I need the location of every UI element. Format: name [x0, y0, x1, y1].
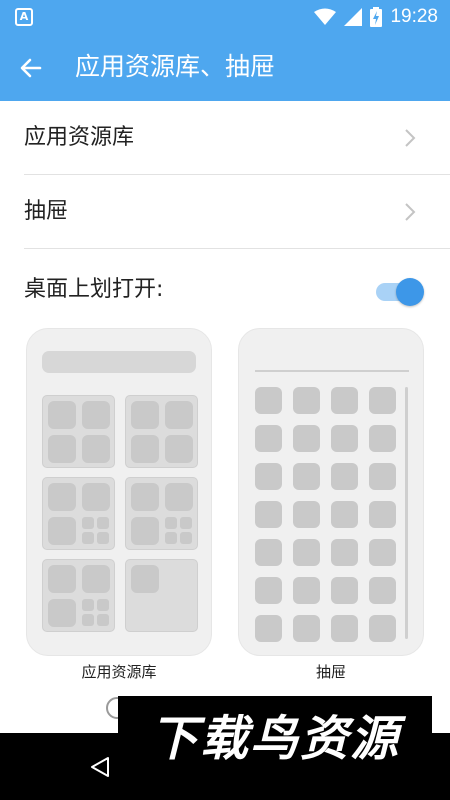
- app-placeholder: [331, 501, 358, 528]
- drawer-row[interactable]: 抽屉: [0, 175, 450, 249]
- nav-back-icon[interactable]: [88, 755, 112, 779]
- app-placeholder: [369, 539, 396, 566]
- app-placeholder: [48, 565, 76, 593]
- app-library-caption: 应用资源库: [81, 663, 157, 681]
- chevron-right-icon: [405, 129, 416, 147]
- app-placeholder: [82, 532, 94, 544]
- app-placeholder: [82, 401, 110, 429]
- notification-app-icon: A: [15, 8, 33, 26]
- app-placeholder: [131, 435, 159, 463]
- chevron-right-icon: [405, 203, 416, 221]
- app-bar: 应用资源库、抽屉: [0, 34, 450, 101]
- app-placeholder: [131, 517, 159, 545]
- app-placeholder: [180, 532, 192, 544]
- app-placeholder: [331, 615, 358, 642]
- swipe-up-row: 桌面上划打开:: [0, 250, 450, 328]
- app-placeholder: [97, 599, 109, 611]
- app-library-label: 应用资源库: [24, 125, 135, 150]
- app-placeholder: [293, 387, 320, 414]
- app-placeholder: [48, 599, 76, 627]
- app-placeholder: [131, 565, 159, 593]
- app-placeholder: [82, 435, 110, 463]
- app-placeholder: [369, 425, 396, 452]
- app-placeholder: [131, 483, 159, 511]
- app-placeholder: [255, 387, 282, 414]
- app-placeholder: [255, 463, 282, 490]
- app-placeholder: [255, 539, 282, 566]
- app-placeholder: [97, 614, 109, 626]
- app-placeholder: [331, 425, 358, 452]
- back-arrow-icon[interactable]: [18, 55, 44, 81]
- clock: 19:28: [390, 6, 438, 27]
- app-placeholder: [369, 577, 396, 604]
- app-placeholder: [82, 517, 94, 529]
- app-placeholder: [255, 615, 282, 642]
- status-bar: A 19:28: [0, 0, 450, 34]
- app-placeholder: [165, 435, 193, 463]
- status-icons: 19:28: [314, 5, 438, 29]
- app-placeholder: [180, 517, 192, 529]
- app-placeholder: [369, 615, 396, 642]
- app-placeholder: [293, 463, 320, 490]
- scrollbar-placeholder: [405, 387, 408, 639]
- divider: [24, 248, 450, 249]
- swipe-up-toggle[interactable]: [374, 276, 426, 306]
- app-placeholder: [331, 577, 358, 604]
- app-placeholder: [165, 517, 177, 529]
- app-placeholder: [293, 577, 320, 604]
- app-placeholder: [165, 532, 177, 544]
- app-placeholder: [82, 565, 110, 593]
- drawer-label: 抽屉: [24, 199, 69, 224]
- app-placeholder: [131, 401, 159, 429]
- app-placeholder: [255, 501, 282, 528]
- swipe-up-label: 桌面上划打开:: [24, 277, 164, 302]
- app-placeholder: [255, 425, 282, 452]
- app-placeholder: [369, 387, 396, 414]
- app-placeholder: [48, 401, 76, 429]
- toggle-thumb: [396, 278, 424, 306]
- app-placeholder: [97, 532, 109, 544]
- search-bar-placeholder: [42, 351, 196, 373]
- app-library-preview[interactable]: [26, 328, 212, 656]
- drawer-preview[interactable]: [238, 328, 424, 656]
- app-library-row[interactable]: 应用资源库: [0, 101, 450, 175]
- app-placeholder: [82, 614, 94, 626]
- wifi-icon: [314, 8, 337, 25]
- app-placeholder: [82, 599, 94, 611]
- app-placeholder: [165, 483, 193, 511]
- app-placeholder: [293, 615, 320, 642]
- app-placeholder: [369, 463, 396, 490]
- app-placeholder: [331, 463, 358, 490]
- app-placeholder: [82, 483, 110, 511]
- app-placeholder: [293, 539, 320, 566]
- drawer-caption: 抽屉: [315, 663, 346, 681]
- search-line-placeholder: [255, 370, 409, 372]
- app-placeholder: [369, 501, 396, 528]
- app-placeholder: [331, 539, 358, 566]
- app-placeholder: [48, 483, 76, 511]
- app-placeholder: [293, 501, 320, 528]
- app-placeholder: [48, 517, 76, 545]
- app-placeholder: [165, 401, 193, 429]
- signal-icon: [344, 8, 363, 26]
- app-placeholder: [97, 517, 109, 529]
- app-placeholder: [331, 387, 358, 414]
- page-title: 应用资源库、抽屉: [75, 52, 276, 81]
- battery-charging-icon: [370, 7, 383, 27]
- app-placeholder: [293, 425, 320, 452]
- watermark: 下载鸟资源: [118, 696, 432, 800]
- app-placeholder: [48, 435, 76, 463]
- app-placeholder: [255, 577, 282, 604]
